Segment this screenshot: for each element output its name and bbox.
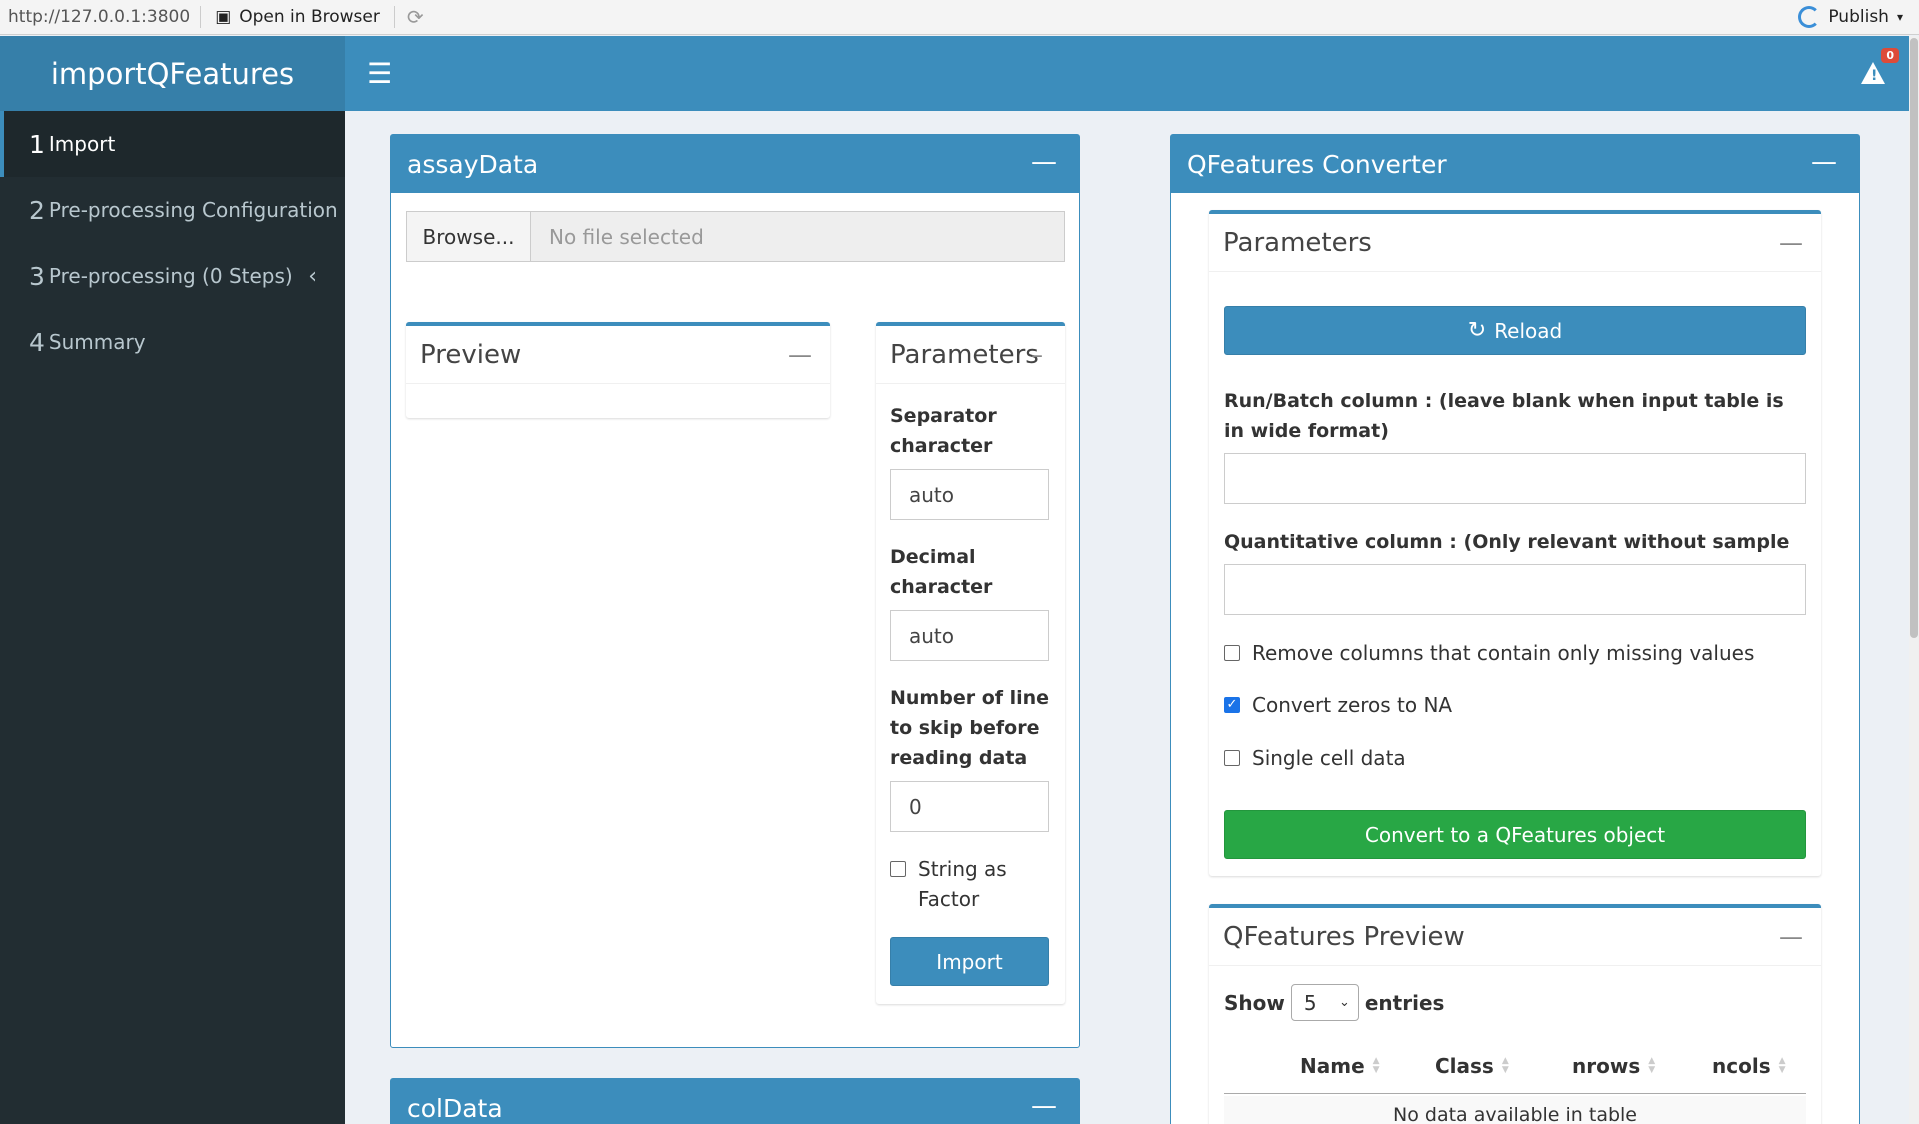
run-batch-input[interactable] xyxy=(1224,453,1806,504)
notifications-button[interactable]: ! 0 xyxy=(1861,48,1899,86)
column-header-ncols[interactable]: ncols ▲ ▼ xyxy=(1712,1054,1786,1078)
refresh-icon[interactable]: ⟳ xyxy=(407,5,424,29)
collapse-icon[interactable]: — xyxy=(1031,1091,1057,1121)
box-title: QFeatures Converter xyxy=(1187,149,1447,179)
skip-lines-input[interactable]: 0 xyxy=(890,781,1049,832)
app-logo[interactable]: importQFeatures xyxy=(0,36,345,111)
step-number: 2 xyxy=(29,195,45,225)
open-in-browser-label: Open in Browser xyxy=(239,7,380,27)
preview-header: Preview — xyxy=(406,326,830,384)
column-header-name[interactable]: Name ▲ ▼ xyxy=(1300,1054,1380,1078)
reload-label: Reload xyxy=(1494,318,1563,343)
collapse-icon[interactable]: — xyxy=(1779,923,1803,951)
preview-title: Preview xyxy=(420,339,522,370)
box-title: assayData xyxy=(407,149,539,179)
separator-input[interactable]: auto xyxy=(890,469,1049,520)
step-number: 4 xyxy=(29,327,45,357)
sidebar-item-import[interactable]: 1 Import xyxy=(0,111,345,177)
preview-box: Preview — xyxy=(406,322,830,418)
parameters-title: Parameters xyxy=(1223,227,1372,258)
file-upload[interactable]: Browse... No file selected xyxy=(406,211,1065,262)
open-in-browser-button[interactable]: ▣ Open in Browser xyxy=(201,6,395,28)
checkbox[interactable] xyxy=(1224,750,1240,766)
qfeatures-preview-header: QFeatures Preview — xyxy=(1209,908,1821,966)
collapse-icon[interactable]: – xyxy=(1031,341,1043,369)
parameters-header: Parameters – xyxy=(876,326,1065,384)
zeros-na-checkbox[interactable]: ✓ Convert zeros to NA xyxy=(1224,690,1452,720)
import-button[interactable]: Import xyxy=(890,937,1049,986)
decimal-input[interactable]: auto xyxy=(890,610,1049,661)
collapse-icon[interactable]: — xyxy=(1811,147,1837,177)
sidebar-item-preprocessing[interactable]: 3 Pre-processing (0 Steps) ‹ xyxy=(0,243,345,309)
column-header-nrows[interactable]: nrows ▲ ▼ xyxy=(1572,1054,1655,1078)
reload-button[interactable]: ↻ Reload xyxy=(1224,306,1806,355)
sidebar-item-preprocessing-config[interactable]: 2 Pre-processing Configuration xyxy=(0,177,345,243)
parameters-title: Parameters xyxy=(890,339,1039,370)
sidebar-item-label: Pre-processing Configuration xyxy=(48,198,338,222)
browser-toolbar: http://127.0.0.1:3800 ▣ Open in Browser … xyxy=(0,0,1919,35)
sort-icon: ▲ ▼ xyxy=(1372,1055,1380,1075)
string-factor-label: String as Factor xyxy=(918,857,1007,911)
collapse-icon[interactable]: — xyxy=(788,341,812,369)
browser-window-icon: ▣ xyxy=(215,7,232,27)
column-header-class[interactable]: Class ▲ ▼ xyxy=(1435,1054,1509,1078)
chevron-down-icon: ⌄ xyxy=(1338,995,1350,1010)
zeros-na-label: Convert zeros to NA xyxy=(1252,693,1453,717)
sidebar-item-label: Import xyxy=(48,132,116,156)
qfeatures-preview-title: QFeatures Preview xyxy=(1223,921,1465,952)
sort-icon: ▲ ▼ xyxy=(1501,1055,1509,1075)
entries-label: entries xyxy=(1364,990,1445,1015)
coldata-header: colData — xyxy=(391,1079,1079,1124)
decimal-label: Decimal character xyxy=(890,546,993,598)
chevron-down-icon: ▾ xyxy=(1896,10,1903,24)
remove-missing-checkbox[interactable]: Remove columns that contain only missing… xyxy=(1224,638,1754,668)
sidebar-item-label: Summary xyxy=(48,330,146,354)
empty-table-message: No data available in table xyxy=(1224,1096,1806,1124)
single-cell-checkbox[interactable]: Single cell data xyxy=(1224,743,1406,773)
sort-icon: ▲ ▼ xyxy=(1648,1055,1656,1075)
step-number: 1 xyxy=(29,129,45,159)
entries-length-control: Show 5 ⌄ entries xyxy=(1224,984,1444,1021)
file-name-field[interactable]: No file selected xyxy=(531,212,1064,261)
run-batch-label: Run/Batch column : (leave blank when inp… xyxy=(1224,390,1784,442)
checkbox[interactable] xyxy=(890,861,906,877)
quantitative-input[interactable] xyxy=(1224,564,1806,615)
skip-lines-label: Number of line to skip before reading da… xyxy=(890,687,1050,769)
separator-label: Separator character xyxy=(890,405,997,457)
hamburger-menu-icon[interactable]: ☰ xyxy=(367,60,392,88)
sidebar: 1 Import 2 Pre-processing Configuration … xyxy=(0,111,345,1124)
url-text: http://127.0.0.1:3800 xyxy=(0,6,202,28)
converter-header: QFeatures Converter — xyxy=(1171,135,1859,193)
box-title: colData xyxy=(407,1093,503,1123)
collapse-icon[interactable]: — xyxy=(1031,147,1057,177)
parameters-header: Parameters — xyxy=(1209,214,1821,272)
sidebar-item-label: Pre-processing (0 Steps) xyxy=(48,264,293,288)
sidebar-item-summary[interactable]: 4 Summary xyxy=(0,309,345,375)
table-header-row: Name ▲ ▼ Class ▲ ▼ nrows ▲ ▼ ncols ▲ ▼ xyxy=(1224,1038,1806,1094)
publish-button[interactable]: Publish ▾ xyxy=(1798,6,1903,28)
checkbox-checked[interactable]: ✓ xyxy=(1224,697,1240,713)
step-number: 3 xyxy=(29,261,45,291)
top-navbar: ☰ ! 0 xyxy=(345,36,1909,111)
collapse-icon[interactable]: — xyxy=(1779,229,1803,257)
sort-icon: ▲ ▼ xyxy=(1778,1055,1786,1075)
remove-missing-label: Remove columns that contain only missing… xyxy=(1252,641,1755,665)
entries-select[interactable]: 5 ⌄ xyxy=(1290,984,1359,1021)
entries-select-value: 5 xyxy=(1303,990,1317,1015)
single-cell-label: Single cell data xyxy=(1252,746,1406,770)
checkbox[interactable] xyxy=(1224,645,1240,661)
publish-icon xyxy=(1798,6,1821,28)
convert-button[interactable]: Convert to a QFeatures object xyxy=(1224,810,1806,859)
show-label: Show xyxy=(1224,990,1285,1015)
browse-button[interactable]: Browse... xyxy=(407,212,531,261)
scrollbar-thumb[interactable] xyxy=(1910,38,1918,638)
page-scrollbar[interactable] xyxy=(1909,36,1919,1124)
chevron-left-icon: ‹ xyxy=(308,263,317,289)
notification-badge: 0 xyxy=(1881,48,1899,63)
assaydata-header: assayData — xyxy=(391,135,1079,193)
publish-label: Publish xyxy=(1828,7,1889,27)
reload-icon: ↻ xyxy=(1467,318,1487,343)
coldata-box: colData — xyxy=(390,1078,1080,1124)
string-factor-checkbox[interactable]: String as Factor xyxy=(890,854,1050,914)
